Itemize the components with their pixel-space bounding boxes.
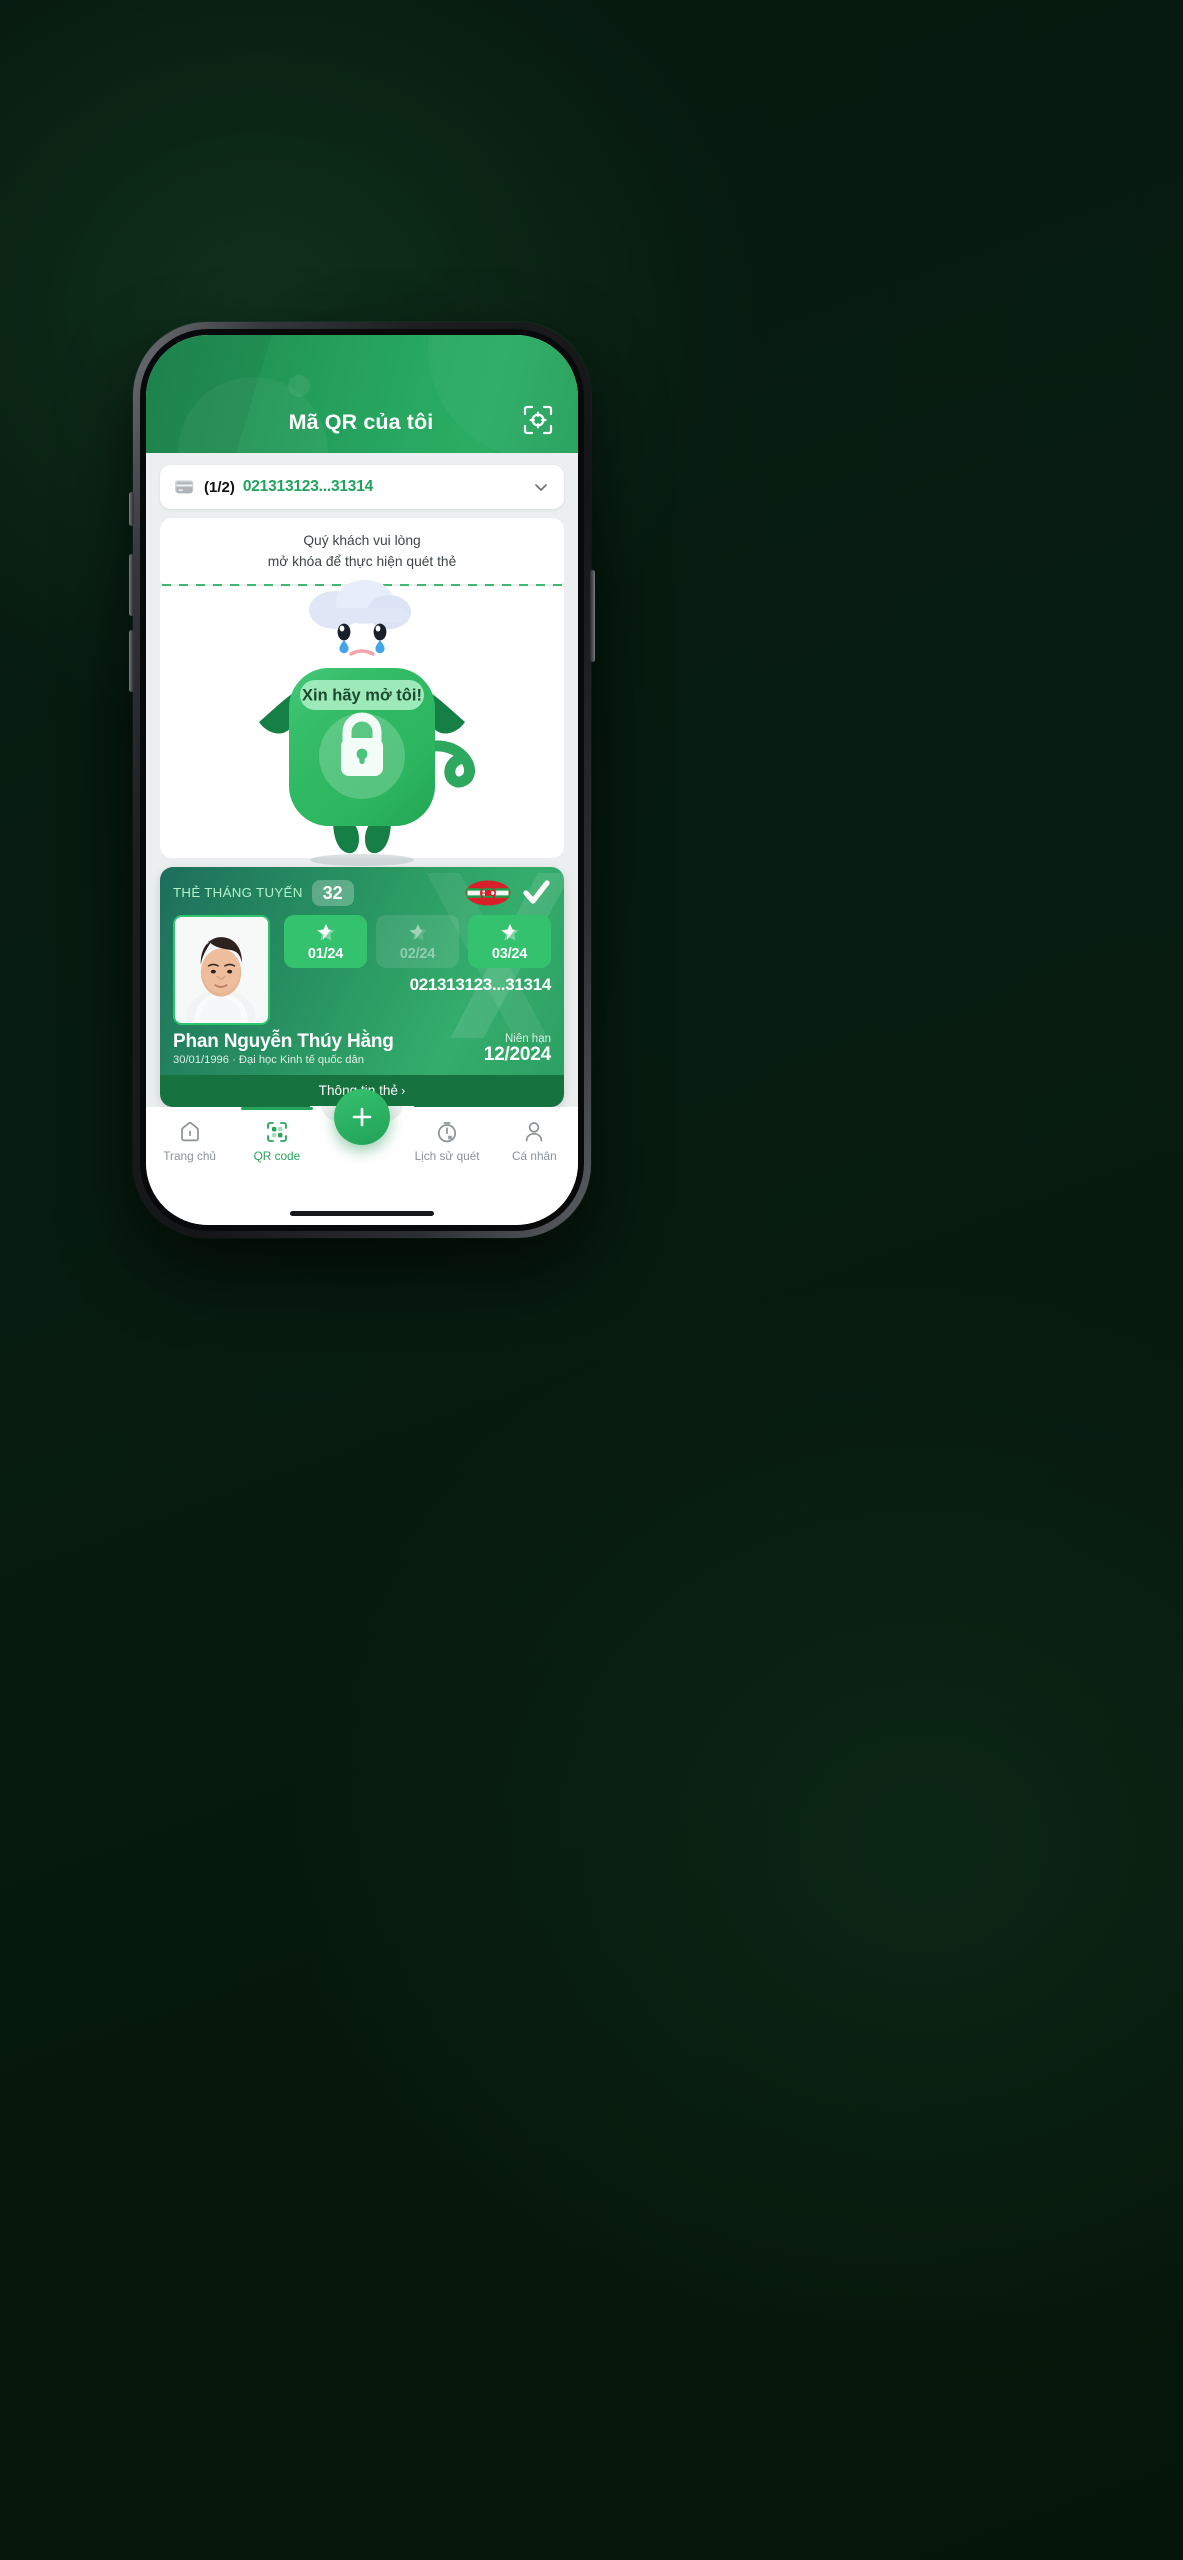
rain-cloud-icon [309, 579, 411, 629]
header-circle-decoration-2 [288, 375, 310, 397]
card-badge-count: 32 [311, 879, 354, 906]
nav-item-home[interactable]: Trang chủ [146, 1119, 233, 1163]
star-icon [315, 922, 337, 944]
card-details-column: 01/24 02/24 03/24 021313123...31314 [270, 914, 552, 995]
nav-label-scan-history: Lịch sử quét [414, 1149, 480, 1163]
month-chip[interactable]: 02/24 [376, 914, 459, 968]
card-type-label: THẺ THÁNG TUYẾN [173, 885, 303, 901]
nav-item-qr-code[interactable]: QR code [233, 1107, 320, 1163]
member-card-number: 021313123...31314 [409, 974, 552, 994]
main-content: (1/2) 021313123...31314 Quý khách vui lò… [146, 453, 578, 1107]
phone-bezel: Mã QR của tôi (1/2) 021313123...31314 Qu… [140, 329, 584, 1231]
card-icon [174, 479, 195, 496]
volume-down-button[interactable] [129, 630, 134, 692]
volume-up-button[interactable] [129, 554, 134, 616]
phone-mockup: Mã QR của tôi (1/2) 021313123...31314 Qu… [111, 294, 613, 1264]
month-chip-list: 01/24 02/24 03/24 [284, 914, 551, 968]
month-chip-label: 02/24 [399, 945, 436, 962]
qr-icon [264, 1119, 290, 1145]
nav-active-indicator [240, 1107, 313, 1110]
star-icon [407, 922, 429, 944]
nav-item-profile[interactable]: Cá nhân [491, 1119, 578, 1163]
holder-subtitle: 30/01/1996 · Đại học Kinh tế quốc dân [173, 1054, 364, 1066]
power-button[interactable] [590, 570, 595, 662]
chevron-right-icon: › [401, 1083, 406, 1098]
expiry-info: Niên hạn 12/2024 [474, 1033, 551, 1066]
person-icon [521, 1119, 547, 1145]
speech-bubble: Xin hãy mở tôi! [300, 679, 424, 710]
card-selector[interactable]: (1/2) 021313123...31314 [160, 465, 564, 509]
svg-text:H C: H C [481, 888, 496, 898]
add-button[interactable] [333, 1089, 390, 1145]
card-logos: H C [465, 878, 551, 908]
unlock-notice-line-1: Quý khách vui lòng [303, 533, 421, 548]
crying-face [337, 623, 387, 656]
home-icon [177, 1119, 203, 1145]
lock-icon [319, 712, 405, 799]
member-card-top-row: THẺ THÁNG TUYẾN 32 H C [173, 878, 551, 908]
holder-name: Phan Nguyễn Thúy Hằng [173, 1030, 394, 1052]
history-icon [434, 1119, 460, 1145]
silent-switch[interactable] [129, 492, 134, 526]
member-card-body: THẺ THÁNG TUYẾN 32 H C 01/24 02/24 03/24… [160, 866, 564, 1075]
month-chip[interactable]: 01/24 [284, 914, 367, 968]
month-chip-label: 03/24 [491, 945, 528, 962]
month-chip[interactable]: 03/24 [468, 914, 551, 968]
phone-screen: Mã QR của tôi (1/2) 021313123...31314 Qu… [146, 335, 578, 1225]
nav-label-qr-code: QR code [253, 1149, 301, 1163]
avatar-column [173, 914, 270, 1025]
nav-item-scan-history[interactable]: Lịch sử quét [403, 1119, 490, 1163]
app-header: Mã QR của tôi [146, 335, 578, 453]
bottom-navigation: Trang chủ QR code Lịch sử quét Cá nhân [146, 1089, 578, 1201]
card-selector-number: 021313123...31314 [242, 478, 374, 495]
check-icon [521, 878, 551, 908]
holder-info: Phan Nguyễn Thúy Hằng 30/01/1996 · Đại h… [173, 1031, 394, 1066]
chevron-down-icon[interactable] [532, 478, 550, 496]
sad-locked-mascot: Xin hãy mở tôi! [259, 579, 476, 866]
month-chip-label: 01/24 [307, 945, 344, 962]
page-title: Mã QR của tôi [288, 410, 434, 434]
scan-qr-icon[interactable] [520, 402, 556, 438]
member-card-mid-row: 01/24 02/24 03/24 021313123...31314 [173, 914, 552, 1025]
star-icon [499, 922, 521, 944]
phone-frame: Mã QR của tôi (1/2) 021313123...31314 Qu… [129, 322, 595, 1238]
expiry-value: 12/2024 [483, 1044, 551, 1066]
member-card-bottom-row: Phan Nguyễn Thúy Hằng 30/01/1996 · Đại h… [173, 1031, 551, 1066]
locked-mascot-panel[interactable]: Xin hãy mở tôi! [160, 579, 564, 866]
avatar [173, 914, 270, 1025]
nav-label-home: Trang chủ [163, 1149, 216, 1163]
htc-logo: H C [465, 880, 511, 906]
member-card[interactable]: THẺ THÁNG TUYẾN 32 H C 01/24 02/24 03/24… [160, 866, 564, 1107]
card-selector-count: (1/2) [204, 478, 235, 496]
home-indicator-area [146, 1201, 578, 1225]
nav-label-profile: Cá nhân [512, 1149, 557, 1163]
mascot-speech-text: Xin hãy mở tôi! [302, 686, 422, 704]
home-indicator[interactable] [290, 1210, 434, 1216]
